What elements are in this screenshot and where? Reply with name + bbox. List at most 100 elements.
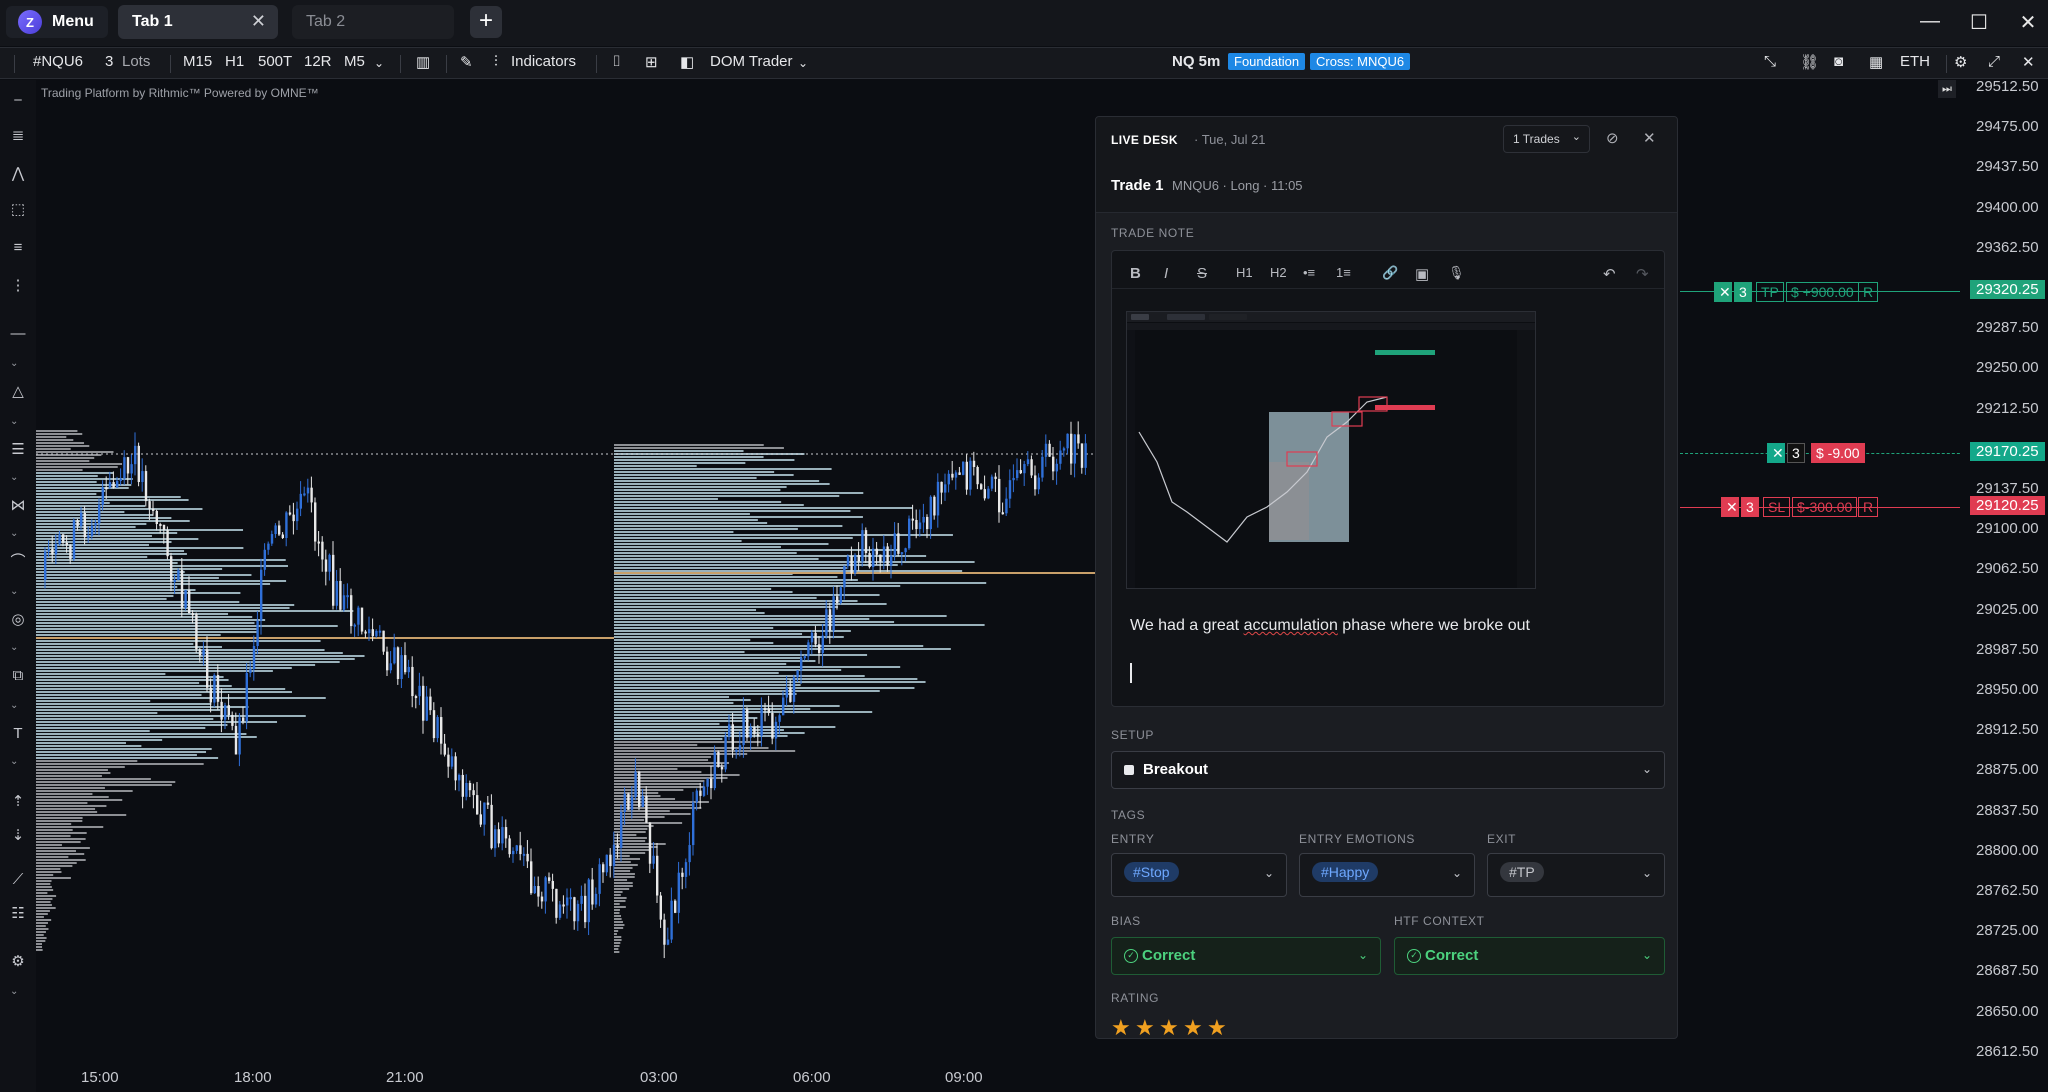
close-tab-icon[interactable]: ✕ <box>251 11 266 32</box>
bars-icon[interactable]: ≣ <box>8 126 28 146</box>
scroll-to-end-icon[interactable]: ⏭ <box>1938 80 1956 98</box>
exit-select[interactable]: #TP ⌄ <box>1487 853 1665 897</box>
bold-icon[interactable]: B <box>1130 265 1141 282</box>
rating-star-icon[interactable]: ★ <box>1183 1015 1203 1038</box>
list-icon[interactable]: ☷ <box>8 904 28 924</box>
rating-star-icon[interactable]: ★ <box>1111 1015 1131 1038</box>
symbol-selector[interactable]: #NQU6 <box>33 53 83 70</box>
minimize-icon[interactable]: — <box>1918 10 1942 33</box>
close-icon[interactable]: ✕ <box>1643 129 1656 147</box>
layout-icon[interactable]: ⊞ <box>645 53 658 71</box>
sl-close-icon[interactable]: ✕ <box>1721 497 1739 517</box>
chevron-down-icon[interactable]: ⌄ <box>10 586 18 597</box>
timeframe-m15[interactable]: M15 <box>183 53 212 70</box>
timeframe-h1[interactable]: H1 <box>225 53 244 70</box>
gear-icon[interactable]: ⚙ <box>1954 53 1967 71</box>
trades-dropdown[interactable]: 1 Trades ⌄ <box>1503 125 1590 153</box>
chart-type-icon[interactable]: ▥ <box>416 53 430 71</box>
sort-up-icon[interactable]: ⇡ <box>8 792 28 812</box>
setup-select[interactable]: Breakout ⌄ <box>1111 751 1665 789</box>
text-lines-icon[interactable]: ☰ <box>8 440 28 460</box>
emotions-tag[interactable]: #Happy <box>1312 862 1379 882</box>
chevron-down-icon[interactable]: ⌄ <box>374 56 384 70</box>
tab-1[interactable]: Tab 1 ✕ <box>118 5 278 39</box>
triangle-icon[interactable]: △ <box>8 382 28 402</box>
link-icon[interactable]: ⛓ <box>1800 53 1819 71</box>
trade-note-editor[interactable]: B I S H1 H2 •≡ 1≡ 🔗 ▣ 🎙 ↶ ↷ We had a gre… <box>1111 250 1665 707</box>
timeframe-m5[interactable]: M5 <box>344 53 365 70</box>
measure-icon[interactable]: ⟋ <box>8 870 28 890</box>
redo-icon[interactable]: ↷ <box>1636 265 1649 283</box>
pencil-icon[interactable]: ✎ <box>460 53 473 71</box>
shapes-icon[interactable]: ⧉ <box>8 666 28 686</box>
entry-select[interactable]: #Stop ⌄ <box>1111 853 1287 897</box>
chevron-down-icon[interactable]: ⌄ <box>798 56 808 70</box>
chevron-down-icon[interactable]: ⌄ <box>10 472 18 483</box>
sort-down-icon[interactable]: ⇣ <box>8 826 28 846</box>
indicators-button[interactable]: Indicators <box>511 53 576 70</box>
tab-2[interactable]: Tab 2 <box>292 5 454 39</box>
dom-trader-button[interactable]: DOM Trader <box>710 53 793 70</box>
image-icon[interactable]: ▣ <box>1415 265 1429 283</box>
rating-star-icon[interactable]: ★ <box>1135 1015 1155 1038</box>
strikethrough-icon[interactable]: S <box>1197 265 1207 282</box>
compress-icon[interactable]: ⤡ <box>1764 53 1776 70</box>
fib-icon[interactable]: ≡ <box>8 238 28 258</box>
timeframe-12r[interactable]: 12R <box>304 53 332 70</box>
maximize-icon[interactable]: ☐ <box>1967 10 1991 35</box>
target-icon[interactable]: ◎ <box>8 610 28 630</box>
new-tab-button[interactable]: + <box>470 6 502 38</box>
bullet-list-icon[interactable]: •≡ <box>1303 265 1315 280</box>
price-axis[interactable]: 29512.50 29475.00 29437.50 29400.00 29362.50… <box>1960 78 2048 1092</box>
embedded-screenshot[interactable] <box>1126 311 1536 589</box>
italic-icon[interactable]: I <box>1164 265 1168 282</box>
foundation-badge[interactable]: Foundation <box>1228 53 1306 70</box>
vertical-range-icon[interactable]: ⋮ <box>8 276 28 296</box>
rating-star-icon[interactable]: ★ <box>1159 1015 1179 1038</box>
text-tool-icon[interactable]: T <box>8 724 28 744</box>
cross-badge[interactable]: Cross: MNQU6 <box>1310 53 1411 70</box>
unpin-icon[interactable]: ⊘ <box>1606 129 1619 147</box>
tp-close-icon[interactable]: ✕ <box>1714 282 1732 302</box>
chevron-down-icon[interactable]: ⌄ <box>10 700 18 711</box>
heading1-icon[interactable]: H1 <box>1236 265 1253 280</box>
line-icon[interactable]: — <box>8 324 28 344</box>
htf-context-select[interactable]: ✓ Correct ⌄ <box>1394 937 1665 975</box>
mouse-icon[interactable]: ⌷ <box>612 53 621 70</box>
menu-button[interactable]: Z Menu <box>6 6 108 38</box>
chevron-down-icon[interactable]: ⌄ <box>10 642 18 653</box>
entry-tag[interactable]: #Stop <box>1124 862 1179 882</box>
chevron-down-icon[interactable]: ⌄ <box>10 358 18 369</box>
heading2-icon[interactable]: H2 <box>1270 265 1287 280</box>
fullscreen-icon[interactable]: ⤢ <box>1988 53 2000 70</box>
close-window-icon[interactable]: ✕ <box>2016 10 2040 35</box>
horizontal-line-icon[interactable]: ⎯ <box>8 90 28 110</box>
chevron-down-icon[interactable]: ⌄ <box>10 416 18 427</box>
session-selector[interactable]: ETH <box>1900 53 1930 70</box>
numbered-list-icon[interactable]: 1≡ <box>1336 265 1351 280</box>
rating-star-icon[interactable]: ★ <box>1207 1015 1227 1038</box>
chevron-down-icon[interactable]: ⌄ <box>10 986 18 997</box>
close-chart-icon[interactable]: ✕ <box>2022 53 2035 71</box>
sl-tag[interactable]: SL <box>1763 497 1791 517</box>
tp-pnl[interactable]: $ +900.00 <box>1786 282 1859 302</box>
lots-count[interactable]: 3 <box>105 53 113 70</box>
microphone-icon[interactable]: 🎙 <box>1448 265 1465 281</box>
link-icon[interactable]: 🔗 <box>1382 265 1398 281</box>
tp-qty[interactable]: 3 <box>1734 282 1752 302</box>
sl-pnl[interactable]: $-300.00 <box>1792 497 1858 517</box>
zigzag-icon[interactable]: ⋀ <box>8 164 28 184</box>
timeframe-500t[interactable]: 500T <box>258 53 292 70</box>
settings-icon[interactable]: ⚙ <box>8 952 28 972</box>
undo-icon[interactable]: ↶ <box>1603 265 1616 283</box>
calendar-icon[interactable]: ▦ <box>1869 53 1883 71</box>
pattern-icon[interactable]: ⋈ <box>8 496 28 516</box>
sl-qty[interactable]: 3 <box>1741 497 1759 517</box>
position-pnl[interactable]: $ -9.00 <box>1811 443 1865 463</box>
position-close-icon[interactable]: ✕ <box>1767 443 1785 463</box>
tp-r-button[interactable]: R <box>1858 282 1879 302</box>
curve-icon[interactable]: ⌒ <box>8 552 28 572</box>
exit-tag[interactable]: #TP <box>1500 862 1544 882</box>
position-qty[interactable]: 3 <box>1787 443 1805 463</box>
bias-select[interactable]: ✓ Correct ⌄ <box>1111 937 1381 975</box>
